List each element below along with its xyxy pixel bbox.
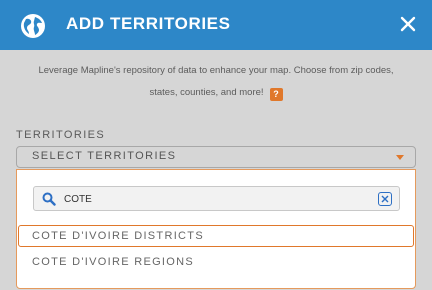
dialog-header: ADD TERRITORIES bbox=[0, 0, 432, 50]
option-cote-divoire-districts[interactable]: COTE D'IVOIRE DISTRICTS bbox=[18, 225, 414, 247]
search-box bbox=[33, 186, 400, 211]
select-territories-dropdown[interactable]: SELECT TERRITORIES bbox=[16, 146, 416, 168]
description-line-1: Leverage Mapline's repository of data to… bbox=[38, 65, 394, 76]
add-territories-dialog: ADD TERRITORIES Leverage Mapline's repos… bbox=[0, 0, 432, 290]
territories-label: TERRITORIES bbox=[16, 129, 106, 141]
dialog-title: ADD TERRITORIES bbox=[66, 14, 231, 33]
help-icon[interactable]: ? bbox=[269, 88, 283, 101]
close-icon[interactable] bbox=[398, 14, 418, 34]
search-icon bbox=[42, 192, 56, 206]
caret-down-icon bbox=[396, 155, 404, 160]
description-line-2: states, counties, and more!? bbox=[0, 87, 432, 101]
globe-icon bbox=[21, 14, 45, 38]
select-territories-placeholder: SELECT TERRITORIES bbox=[32, 150, 177, 162]
territories-dropdown-panel: COTE D'IVOIRE DISTRICTS COTE D'IVOIRE RE… bbox=[16, 169, 416, 289]
option-cote-divoire-regions[interactable]: COTE D'IVOIRE REGIONS bbox=[18, 251, 414, 273]
description-line-2-text: states, counties, and more! bbox=[149, 87, 264, 98]
search-input[interactable] bbox=[64, 191, 364, 207]
clear-icon[interactable] bbox=[378, 192, 392, 206]
